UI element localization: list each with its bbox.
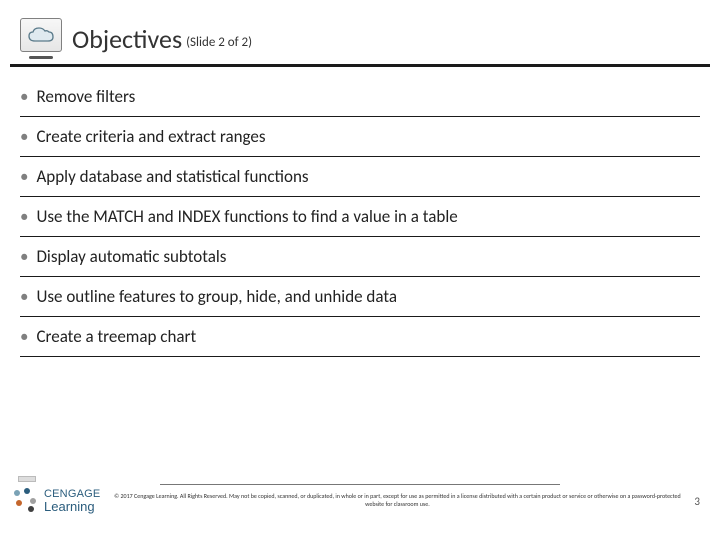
bullet-icon: • — [20, 168, 28, 185]
list-item: • Create a treemap chart — [20, 317, 700, 357]
list-item: • Create criteria and extract ranges — [20, 117, 700, 157]
page-number: 3 — [694, 495, 706, 508]
bullet-text: Apply database and statistical functions — [36, 166, 308, 187]
bullet-text: Use the MATCH and INDEX functions to fin… — [36, 206, 457, 227]
copyright-text: © 2017 Cengage Learning. All Rights Rese… — [100, 493, 694, 509]
list-item: • Display automatic subtotals — [20, 237, 700, 277]
bullet-icon: • — [20, 328, 28, 345]
bullet-icon: • — [20, 288, 28, 305]
bullet-text: Display automatic subtotals — [36, 246, 226, 267]
bullet-icon: • — [20, 248, 28, 265]
bullet-icon: • — [20, 208, 28, 225]
list-item: • Use outline features to group, hide, an… — [20, 277, 700, 317]
cloud-icon — [27, 26, 55, 44]
footer-divider — [160, 484, 560, 485]
bullet-icon: • — [20, 88, 28, 105]
list-item: • Apply database and statistical function… — [20, 157, 700, 197]
decorative-mark — [18, 476, 36, 482]
bullet-icon: • — [20, 128, 28, 145]
list-item: • Use the MATCH and INDEX functions to fi… — [20, 197, 700, 237]
bullet-text: Use outline features to group, hide, and… — [36, 286, 397, 307]
slide-header: Objectives (Slide 2 of 2) — [10, 0, 710, 67]
logo-mark-icon — [14, 488, 40, 514]
header-icon-box — [20, 18, 62, 52]
slide-subtitle: (Slide 2 of 2) — [186, 35, 252, 50]
bullet-text: Remove filters — [36, 86, 135, 107]
logo-line2: Learning — [44, 500, 100, 513]
bullet-text: Create a treemap chart — [36, 326, 196, 347]
bullet-list: • Remove filters • Create criteria and ext… — [0, 67, 720, 357]
logo-text: CENGAGE Learning — [44, 489, 100, 513]
slide-title: Objectives — [72, 23, 182, 55]
list-item: • Remove filters — [20, 77, 700, 117]
bullet-text: Create criteria and extract ranges — [36, 126, 265, 147]
cengage-logo: CENGAGE Learning — [14, 488, 100, 514]
slide-footer: CENGAGE Learning © 2017 Cengage Learning… — [0, 484, 720, 540]
